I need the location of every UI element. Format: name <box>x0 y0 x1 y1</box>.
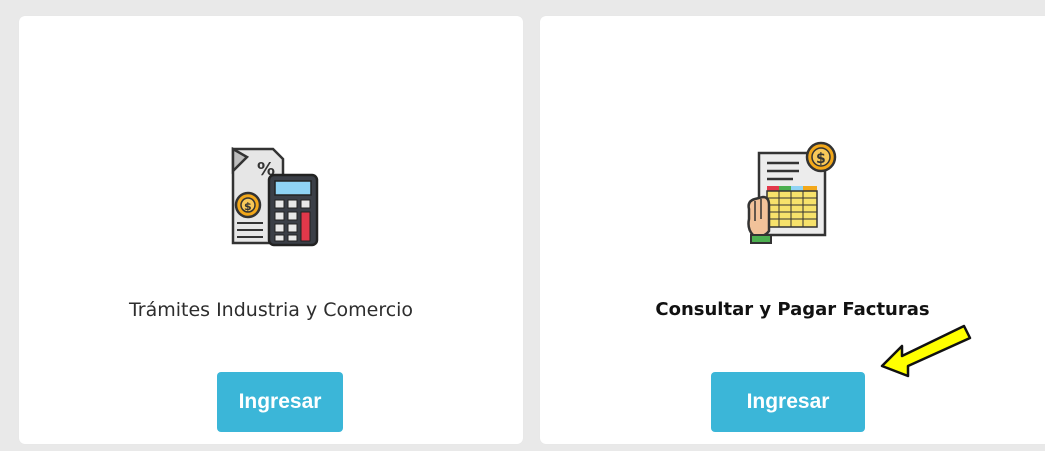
card-title: Consultar y Pagar Facturas <box>655 299 930 320</box>
ingresar-button[interactable]: Ingresar <box>217 372 343 432</box>
tax-calculator-icon: % $ <box>231 146 319 247</box>
svg-text:$: $ <box>816 151 826 167</box>
svg-text:$: $ <box>244 200 252 213</box>
ingresar-button[interactable]: Ingresar <box>711 372 865 432</box>
card-title: Trámites Industria y Comercio <box>128 299 414 321</box>
page: % $ Trámites Industria y Comercio Ingres… <box>0 0 1045 451</box>
card-tramites-industria-comercio: % $ Trámites Industria y Comercio Ingres… <box>19 16 523 444</box>
invoice-payment-icon: $ <box>746 141 836 244</box>
yellow-arrow-icon <box>880 324 972 378</box>
